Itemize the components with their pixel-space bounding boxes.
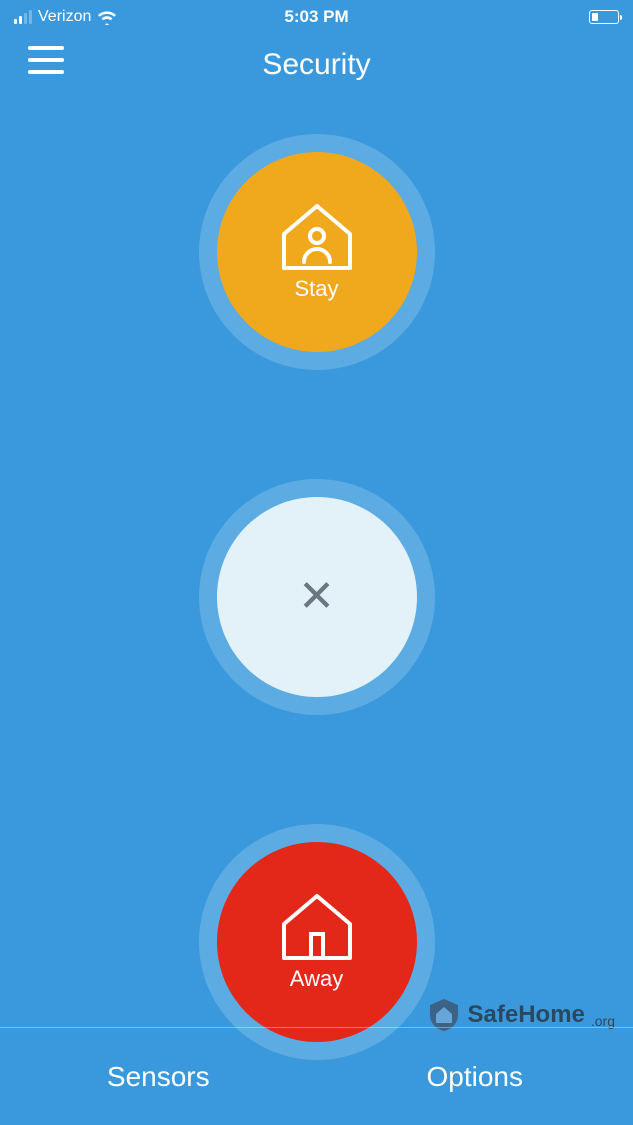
signal-icon xyxy=(14,10,32,24)
away-mode-label: Away xyxy=(290,966,343,992)
battery-icon xyxy=(589,10,619,24)
close-icon: ✕ xyxy=(298,575,335,619)
status-bar: Verizon 5:03 PM xyxy=(0,0,633,30)
nav-header: Security xyxy=(0,30,633,92)
disarm-mode-button[interactable]: ✕ xyxy=(217,497,417,697)
away-mode-button[interactable]: Away xyxy=(217,842,417,1042)
status-time: 5:03 PM xyxy=(284,7,348,27)
wifi-icon xyxy=(97,10,117,25)
main-content: Stay ✕ Away xyxy=(0,92,633,1042)
menu-icon[interactable] xyxy=(28,46,64,74)
stay-mode-button[interactable]: Stay xyxy=(217,152,417,352)
stay-mode-label: Stay xyxy=(294,276,338,302)
sensors-label: Sensors xyxy=(107,1061,210,1093)
status-left: Verizon xyxy=(14,8,117,26)
options-label: Options xyxy=(427,1061,524,1093)
page-title: Security xyxy=(262,48,370,82)
house-door-icon xyxy=(278,892,356,962)
watermark-text: SafeHome xyxy=(468,1001,585,1029)
status-right xyxy=(589,10,619,24)
footer-tabs: Sensors Options xyxy=(0,1027,633,1125)
sensors-tab[interactable]: Sensors xyxy=(0,1028,317,1125)
options-tab[interactable]: Options xyxy=(317,1028,633,1125)
house-person-icon xyxy=(278,202,356,272)
carrier-label: Verizon xyxy=(38,8,91,26)
